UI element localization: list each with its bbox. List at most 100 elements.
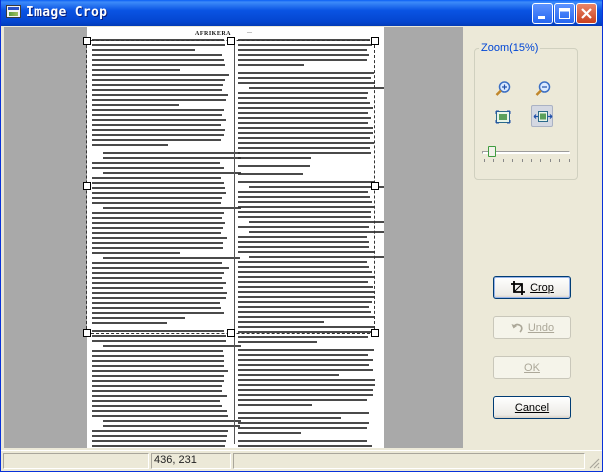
crop-handle-right[interactable]	[371, 182, 379, 190]
crop-handle-top-left[interactable]	[83, 37, 91, 45]
text-line	[92, 340, 227, 342]
slider-tick	[568, 159, 570, 162]
slider-tick	[531, 159, 532, 162]
cursor-coordinates: 436, 231	[154, 454, 197, 466]
text-line	[92, 445, 226, 447]
document-heading-decoration: —	[247, 31, 252, 36]
crop-selection[interactable]	[86, 40, 375, 334]
text-line	[92, 390, 222, 392]
undo-icon	[511, 323, 523, 333]
crop-icon	[511, 280, 526, 295]
maximize-button[interactable]	[554, 3, 575, 24]
text-line	[238, 440, 368, 442]
text-line	[238, 412, 369, 414]
ok-button[interactable]: OK	[493, 356, 571, 379]
cancel-button[interactable]: Cancel	[493, 396, 571, 419]
crop-handle-bottom-left[interactable]	[83, 329, 91, 337]
image-crop-window: Image Crop AFRIKERA — Zoom(15%) Crop Und…	[0, 0, 603, 472]
maximize-icon	[559, 8, 570, 19]
zoom-in-icon	[495, 81, 511, 96]
text-line	[238, 422, 370, 424]
text-line	[92, 365, 224, 367]
cancel-button-label: Cancel	[514, 401, 550, 414]
text-line	[238, 445, 372, 447]
text-line	[238, 379, 375, 381]
document-heading: AFRIKERA	[195, 31, 232, 37]
zoom-out-button[interactable]	[532, 78, 554, 100]
crop-handle-top-right[interactable]	[371, 37, 379, 45]
text-line	[238, 417, 342, 419]
crop-handle-left[interactable]	[83, 182, 91, 190]
ok-button-label: OK	[524, 361, 540, 374]
text-line	[92, 415, 229, 417]
crop-handle-top[interactable]	[227, 37, 235, 45]
text-line	[92, 405, 222, 407]
zoom-out-icon	[535, 81, 551, 96]
slider-tick	[493, 159, 495, 162]
text-line	[92, 430, 229, 432]
text-line	[238, 349, 375, 351]
minimize-button[interactable]	[532, 3, 553, 24]
image-app-icon	[6, 5, 21, 18]
fit-width-icon	[533, 111, 553, 122]
zoom-label: Zoom(15%)	[479, 42, 541, 54]
slider-tick	[549, 159, 551, 162]
status-cell-left	[3, 453, 149, 469]
text-line	[92, 410, 228, 412]
text-line	[238, 364, 370, 366]
slider-tick	[484, 159, 485, 162]
text-line	[103, 420, 241, 422]
close-button[interactable]	[576, 3, 597, 24]
crop-handle-bottom-right[interactable]	[371, 329, 379, 337]
title-bar[interactable]: Image Crop	[1, 0, 602, 26]
text-line	[92, 355, 224, 357]
undo-button[interactable]: Undo	[493, 316, 571, 339]
slider-tick	[521, 159, 523, 162]
fit-image-icon	[495, 110, 511, 124]
text-line	[238, 389, 374, 391]
window-title: Image Crop	[26, 5, 108, 20]
text-line	[238, 399, 368, 401]
slider-tick	[540, 159, 542, 162]
text-line	[238, 427, 367, 429]
slider-tick	[559, 159, 561, 162]
crop-button[interactable]: Crop	[493, 276, 571, 299]
status-cell-right	[233, 453, 585, 469]
zoom-group	[474, 48, 578, 180]
text-line	[92, 395, 228, 397]
text-line	[92, 440, 227, 442]
text-line	[103, 425, 241, 427]
text-line	[238, 336, 368, 338]
resize-grip-icon[interactable]	[588, 457, 600, 469]
undo-button-label: Undo	[527, 321, 555, 334]
text-line	[238, 369, 374, 371]
text-line	[92, 360, 225, 362]
text-line	[92, 370, 229, 372]
zoom-in-button[interactable]	[492, 78, 514, 100]
text-line	[238, 432, 301, 434]
fit-image-button[interactable]	[492, 106, 514, 128]
text-line	[92, 375, 224, 377]
fit-width-button[interactable]	[531, 105, 553, 127]
text-line	[92, 335, 227, 337]
crop-button-label: Crop	[530, 281, 554, 294]
minimize-icon	[538, 16, 545, 19]
text-line	[92, 350, 223, 352]
text-line	[92, 380, 224, 382]
crop-handle-bottom[interactable]	[227, 329, 235, 337]
text-line	[238, 394, 373, 396]
close-icon	[581, 8, 592, 19]
text-line	[238, 374, 340, 376]
slider-tick	[502, 159, 504, 162]
text-line	[238, 341, 318, 343]
text-line	[238, 404, 313, 406]
text-line	[92, 385, 222, 387]
text-line	[92, 400, 221, 402]
zoom-slider-thumb[interactable]	[488, 146, 496, 157]
text-line	[238, 384, 375, 386]
status-bar: 436, 231	[1, 450, 602, 471]
image-canvas[interactable]: AFRIKERA —	[4, 27, 463, 448]
slider-tick	[512, 159, 514, 162]
text-line	[238, 354, 369, 356]
text-line	[103, 345, 241, 347]
